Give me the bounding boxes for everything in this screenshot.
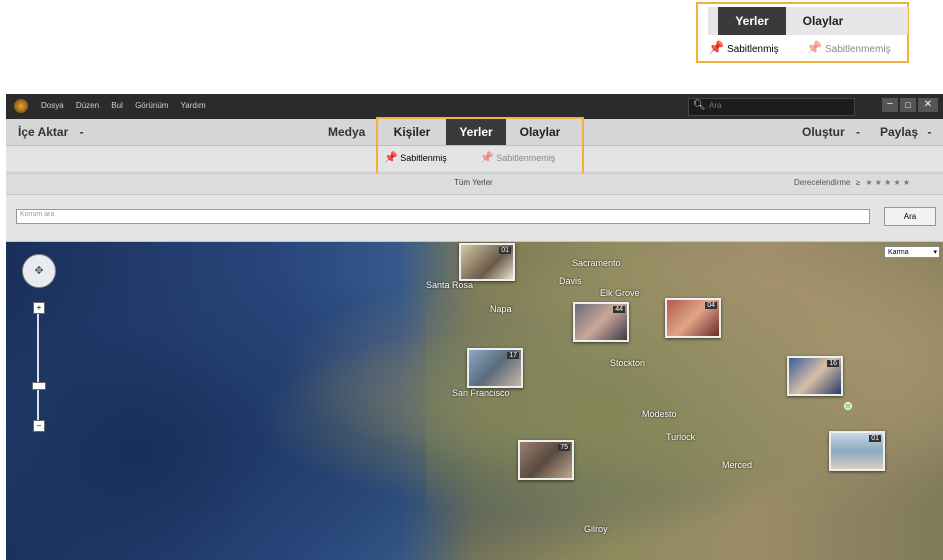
city-label: Sacramento bbox=[572, 258, 621, 268]
zoom-track bbox=[37, 310, 39, 420]
title-bar: Dosya Düzen Bul Görünüm Yardım 🔍︎ Ara – … bbox=[6, 94, 943, 119]
city-label: Stockton bbox=[610, 358, 646, 368]
share-menu[interactable]: Paylaş - bbox=[880, 119, 931, 145]
photo-count-badge: 17 bbox=[507, 352, 519, 359]
city-label: Napa bbox=[490, 304, 512, 314]
menu-find[interactable]: Bul bbox=[111, 101, 123, 110]
photo-thumbnail[interactable]: 44 bbox=[573, 302, 629, 342]
minimize-button[interactable]: – bbox=[882, 98, 898, 112]
city-label: Merced bbox=[722, 460, 753, 470]
filter-bar: Tüm Yerler Derecelendirme ≥ ★ ★ ★ ★ ★ bbox=[6, 173, 943, 195]
map-type-value: Karma bbox=[888, 249, 909, 256]
location-search-placeholder: Konum ara bbox=[20, 211, 55, 218]
pan-control[interactable]: ✥ bbox=[22, 254, 56, 288]
photo-count-badge: 01 bbox=[499, 247, 511, 254]
photo-count-badge: 01 bbox=[869, 435, 881, 442]
location-search-bar: Konum ara Ara bbox=[6, 195, 943, 242]
callout-pinned-label: Sabitlenmiş bbox=[726, 44, 779, 55]
city-label: Elk Grove bbox=[600, 288, 640, 298]
unpin-icon: 📌 bbox=[806, 40, 823, 55]
media-tab[interactable]: Medya bbox=[328, 119, 365, 145]
photo-count-badge: 44 bbox=[613, 306, 625, 313]
photo-count-badge: 16 bbox=[827, 360, 839, 367]
rating-label: Derecelendirme bbox=[794, 178, 851, 187]
zoom-out-button[interactable]: – bbox=[33, 420, 45, 432]
highlight-box bbox=[376, 117, 584, 177]
location-search-input[interactable]: Konum ara bbox=[16, 209, 870, 224]
rating-operator: ≥ bbox=[855, 178, 861, 187]
location-marker-icon[interactable] bbox=[844, 402, 852, 410]
city-label: Santa Rosa bbox=[426, 280, 474, 290]
chevron-down-icon: - bbox=[856, 125, 861, 139]
callout-tab-places[interactable]: Yerler bbox=[718, 7, 786, 35]
city-label: Turlock bbox=[666, 432, 696, 442]
menu-view[interactable]: Görünüm bbox=[135, 101, 168, 110]
menu-edit[interactable]: Düzen bbox=[76, 101, 99, 110]
app-logo bbox=[14, 99, 28, 113]
photo-thumbnail[interactable]: 17 bbox=[467, 348, 523, 388]
callout-tab-events[interactable]: Olaylar bbox=[788, 7, 858, 35]
rating-stars[interactable]: ★ ★ ★ ★ ★ bbox=[865, 178, 910, 187]
city-label: Modesto bbox=[642, 409, 677, 419]
rating-filter[interactable]: Derecelendirme ≥ ★ ★ ★ ★ ★ bbox=[794, 178, 910, 187]
menu-help[interactable]: Yardım bbox=[181, 101, 206, 110]
city-label: San Francisco bbox=[452, 388, 510, 398]
callout-unpinned-label: Sabitlenmemiş bbox=[824, 44, 891, 55]
photo-thumbnail[interactable]: 01 bbox=[829, 431, 885, 471]
ocean-shading bbox=[6, 322, 286, 560]
app-window: Dosya Düzen Bul Görünüm Yardım 🔍︎ Ara – … bbox=[6, 94, 943, 560]
photo-thumbnail[interactable]: 04 bbox=[665, 298, 721, 338]
maximize-button[interactable]: □ bbox=[900, 98, 916, 112]
import-label: İçe Aktar bbox=[18, 125, 69, 139]
map-view[interactable]: ✥ + – Karma ▾ Sacramento Santa Rosa Davi… bbox=[6, 242, 943, 560]
close-button[interactable]: ✕ bbox=[918, 98, 938, 112]
chevron-down-icon: ▾ bbox=[933, 249, 937, 256]
callout-panel: Yerler Olaylar 📌 Sabitlenmiş 📌 Sabitlenm… bbox=[696, 2, 909, 63]
photo-thumbnail[interactable]: 75 bbox=[518, 440, 574, 480]
chevron-down-icon: - bbox=[927, 125, 932, 139]
zoom-in-button[interactable]: + bbox=[33, 302, 45, 314]
photo-count-badge: 75 bbox=[558, 444, 570, 451]
create-menu[interactable]: Oluştur - bbox=[802, 119, 860, 145]
callout-pinned[interactable]: 📌 Sabitlenmiş bbox=[708, 40, 798, 60]
pin-icon: 📌 bbox=[708, 40, 725, 55]
share-label: Paylaş bbox=[880, 125, 919, 139]
search-button[interactable]: Ara bbox=[884, 207, 936, 226]
menu-file[interactable]: Dosya bbox=[41, 101, 64, 110]
global-search-placeholder: Ara bbox=[709, 101, 722, 110]
land-area bbox=[426, 242, 943, 560]
title-menu: Dosya Düzen Bul Görünüm Yardım bbox=[41, 101, 206, 110]
chevron-down-icon: - bbox=[79, 125, 84, 139]
photo-count-badge: 04 bbox=[705, 302, 717, 309]
photo-thumbnail[interactable]: 01 bbox=[459, 243, 515, 281]
callout-unpinned[interactable]: 📌 Sabitlenmemiş bbox=[806, 40, 906, 60]
all-places-label: Tüm Yerler bbox=[454, 178, 493, 187]
callout-tabs: Yerler Olaylar bbox=[708, 7, 908, 35]
import-menu[interactable]: İçe Aktar - bbox=[18, 119, 84, 145]
zoom-slider-handle[interactable] bbox=[32, 382, 46, 390]
photo-thumbnail[interactable]: 16 bbox=[787, 356, 843, 396]
create-label: Oluştur bbox=[802, 125, 845, 139]
map-type-select[interactable]: Karma ▾ bbox=[884, 246, 940, 258]
city-label: Davis bbox=[559, 276, 582, 286]
city-label: Gilroy bbox=[584, 524, 608, 534]
global-search[interactable]: 🔍︎ Ara bbox=[688, 98, 855, 116]
search-icon: 🔍︎ bbox=[693, 100, 706, 111]
